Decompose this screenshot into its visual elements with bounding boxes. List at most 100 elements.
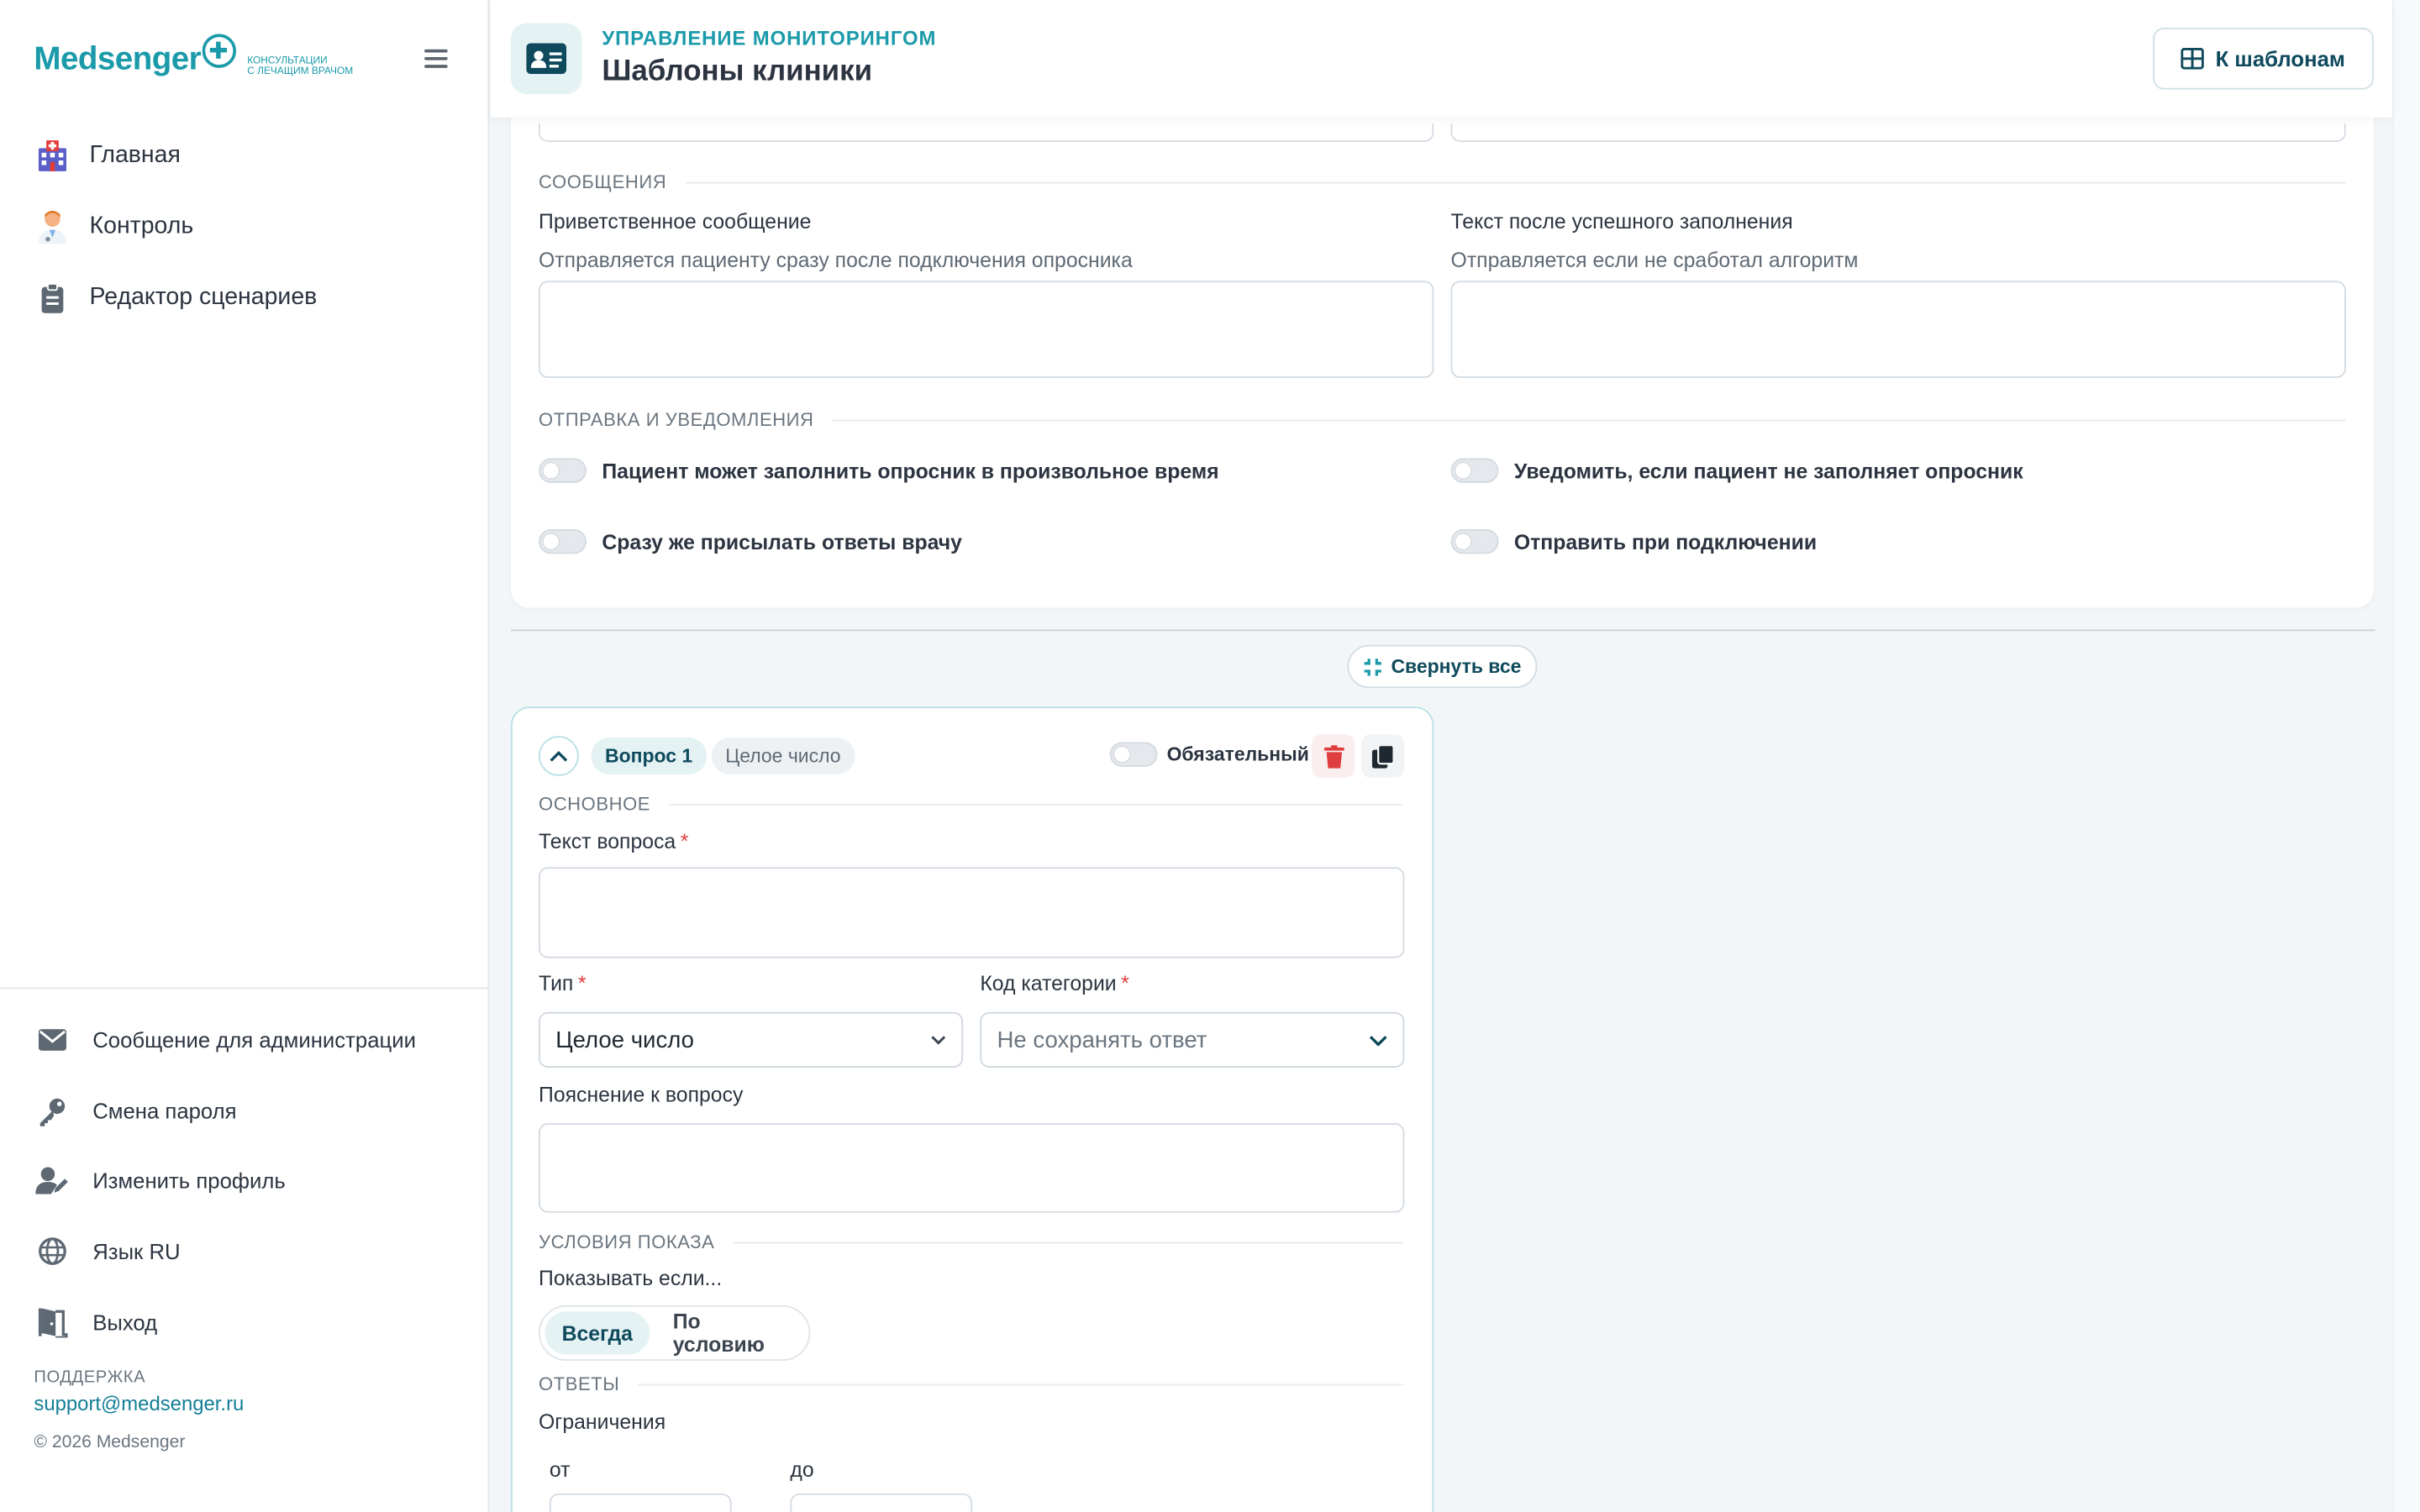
section-basic-title: ОСНОВНОЕ [539, 793, 651, 815]
support-email-link[interactable]: support@medsenger.ru [34, 1392, 244, 1415]
question-text-label: Текст вопроса * [539, 830, 688, 853]
sidebar: Medsenger консультации с лечащим врачом … [0, 0, 490, 1512]
from-label: от [549, 1457, 571, 1482]
nav-item-home[interactable]: Главная [34, 133, 317, 179]
collapse-all-label: Свернуть все [1391, 655, 1522, 678]
page-title: Шаблоны клиники [602, 55, 873, 88]
back-to-templates-button[interactable]: К шаблонам [2153, 28, 2374, 90]
collapse-icon [1365, 658, 1382, 675]
type-select[interactable]: Целое число [539, 1011, 964, 1068]
main-nav: Главная Контроль Редактор сценариев [34, 133, 317, 345]
doctor-icon [34, 208, 71, 245]
toggle-send-answers-label: Сразу же присылать ответы врачу [602, 529, 962, 554]
exit-door-icon [34, 1304, 71, 1341]
nav-item-scenario-editor[interactable]: Редактор сценариев [34, 275, 317, 321]
chevron-down-icon [1369, 1035, 1387, 1046]
medsenger-logo[interactable]: Medsenger консультации с лечащим врачом [34, 34, 353, 86]
category-code-select[interactable]: Не сохранять ответ [980, 1011, 1405, 1068]
section-messages-title: СООБЩЕНИЯ [539, 171, 667, 193]
section-notifications: ОТПРАВКА И УВЕДОМЛЕНИЯ [539, 408, 2346, 431]
nav-label-edit-profile: Изменить профиль [92, 1168, 286, 1194]
previous-field-input-right[interactable] [1450, 123, 2346, 142]
page-scrollbar[interactable] [2391, 0, 2420, 1512]
required-asterisk: * [577, 972, 587, 995]
sidebar-divider [0, 987, 490, 990]
explanation-label: Пояснение к вопросу [539, 1083, 744, 1106]
toggle-switch[interactable] [539, 529, 587, 554]
nav-label-language: Язык RU [92, 1239, 181, 1264]
previous-field-input[interactable] [539, 123, 1434, 142]
toggle-notify-missed[interactable]: Уведомить, если пациент не заполняет опр… [1450, 458, 2023, 483]
type-label: Тип * [539, 972, 587, 995]
required-asterisk: * [1121, 972, 1129, 995]
collapse-question-button[interactable] [539, 736, 579, 776]
copy-icon [1371, 744, 1394, 768]
account-nav: Сообщение для администрации Смена пароля… [34, 1016, 416, 1369]
welcome-message-label: Приветственное сообщение [539, 209, 812, 234]
welcome-message-textarea[interactable] [539, 281, 1434, 379]
nav-item-change-password[interactable]: Смена пароля [34, 1087, 416, 1133]
category-code-label-text: Код категории [980, 972, 1117, 995]
chevron-up-icon [550, 750, 568, 762]
question-text-label-text: Текст вопроса [539, 830, 676, 853]
nav-item-language[interactable]: Язык RU [34, 1228, 416, 1274]
to-label: до [790, 1457, 814, 1482]
toggle-switch[interactable] [1450, 458, 1499, 483]
nav-item-logout[interactable]: Выход [34, 1299, 416, 1345]
nav-label-scenario-editor: Редактор сценариев [89, 283, 318, 311]
section-messages: СООБЩЕНИЯ [539, 171, 2346, 193]
show-if-label: Показывать если... [539, 1266, 723, 1290]
max-value-input[interactable] [790, 1493, 973, 1512]
back-to-templates-label: К шаблонам [2215, 46, 2345, 71]
nav-item-control[interactable]: Контроль [34, 203, 317, 249]
hamburger-menu-icon[interactable] [424, 49, 448, 68]
copy-question-button[interactable] [1361, 734, 1405, 778]
toggle-send-on-connect[interactable]: Отправить при подключении [1450, 529, 1817, 554]
nav-label-admin-message: Сообщение для администрации [92, 1027, 416, 1053]
toggle-switch[interactable] [1109, 742, 1158, 767]
welcome-message-hint: Отправляется пациенту сразу после подклю… [539, 248, 1133, 272]
required-asterisk: * [680, 830, 689, 853]
section-basic: ОСНОВНОЕ [539, 793, 1403, 815]
chevron-down-icon [931, 1036, 946, 1045]
toggle-any-time[interactable]: Пациент может заполнить опросник в произ… [539, 458, 1219, 483]
show-condition-segmented: Всегда По условию [539, 1305, 811, 1362]
section-answers: ОТВЕТЫ [539, 1373, 1403, 1394]
page-header: УПРАВЛЕНИЕ МОНИТОРИНГОМ Шаблоны клиники … [491, 0, 2392, 118]
type-select-value: Целое число [555, 1026, 694, 1053]
delete-question-button[interactable] [1312, 734, 1355, 778]
logo-tagline: консультации с лечащим врачом [247, 55, 353, 77]
toggle-notify-missed-label: Уведомить, если пациент не заполняет опр… [1513, 459, 2023, 482]
nav-item-admin-message[interactable]: Сообщение для администрации [34, 1016, 416, 1063]
explanation-input[interactable] [539, 1123, 1405, 1213]
envelope-icon [34, 1021, 71, 1058]
hospital-icon [34, 137, 71, 174]
section-notifications-title: ОТПРАВКА И УВЕДОМЛЕНИЯ [539, 408, 814, 431]
page-kicker: УПРАВЛЕНИЕ МОНИТОРИНГОМ [602, 26, 937, 50]
toggle-send-answers[interactable]: Сразу же присылать ответы врачу [539, 529, 962, 554]
show-always-option[interactable]: Всегда [544, 1311, 650, 1355]
nav-label-change-password: Смена пароля [92, 1098, 237, 1123]
trash-icon [1323, 744, 1344, 768]
header-badge [510, 23, 582, 95]
min-value-input[interactable] [549, 1493, 732, 1512]
logo-wordmark: Medsenger [34, 41, 202, 77]
nav-item-edit-profile[interactable]: Изменить профиль [34, 1158, 416, 1204]
collapse-all-button[interactable]: Свернуть все [1347, 644, 1538, 689]
section-divider [510, 629, 2375, 632]
clipboard-icon [34, 279, 71, 316]
globe-icon [34, 1233, 71, 1270]
key-icon [34, 1092, 71, 1129]
support-title: ПОДДЕРЖКА [34, 1368, 146, 1388]
required-toggle[interactable]: Обязательный [1109, 742, 1309, 767]
success-text-textarea[interactable] [1450, 281, 2346, 379]
type-label-text: Тип [539, 972, 574, 995]
question-text-input[interactable] [539, 867, 1405, 958]
settings-card: СООБЩЕНИЯ Приветственное сообщение Отпра… [510, 61, 2374, 608]
nav-label-logout: Выход [92, 1309, 158, 1335]
required-label: Обязательный [1166, 743, 1309, 766]
toggle-switch[interactable] [539, 458, 587, 483]
show-by-condition-option[interactable]: По условию [656, 1310, 804, 1356]
support-block: ПОДДЕРЖКА support@medsenger.ru [34, 1368, 244, 1415]
toggle-switch[interactable] [1450, 529, 1499, 554]
